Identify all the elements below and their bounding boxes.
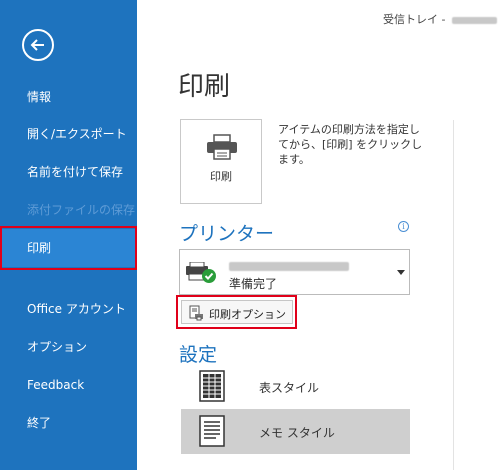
sidebar-item-feedback[interactable]: Feedback: [0, 366, 137, 404]
sidebar-item-office-account[interactable]: Office アカウント: [0, 290, 137, 328]
printer-icon: [207, 134, 237, 160]
chevron-down-icon[interactable]: [397, 270, 405, 275]
print-description: アイテムの印刷方法を指定してから、[印刷] をクリックします。: [278, 123, 423, 166]
printer-ready-icon: [186, 262, 216, 283]
printer-heading: プリンター: [179, 223, 275, 245]
print-options-highlight-frame: [176, 295, 297, 329]
settings-heading: 設定: [179, 344, 218, 366]
printer-status: 準備完了: [229, 277, 278, 291]
memo-style-option[interactable]: メモ スタイル: [181, 409, 410, 454]
back-arrow-icon[interactable]: [22, 29, 54, 61]
print-button-label: 印刷: [210, 170, 232, 183]
printer-selector[interactable]: 準備完了: [179, 249, 410, 295]
sidebar-item-exit[interactable]: 終了: [0, 404, 137, 442]
sidebar-item-open-export[interactable]: 開く/エクスポート: [0, 115, 137, 153]
divider: [453, 120, 454, 470]
info-icon[interactable]: i: [398, 221, 409, 232]
table-style-label: 表スタイル: [259, 381, 320, 395]
print-highlight-frame: [0, 226, 137, 270]
sidebar-item-save-attachments: 添付ファイルの保存: [27, 203, 136, 217]
table-style-icon: [199, 370, 225, 402]
sidebar-item-save-as[interactable]: 名前を付けて保存: [0, 153, 137, 191]
window-title: 受信トレイ -: [383, 11, 497, 27]
table-style-option[interactable]: 表スタイル: [181, 364, 410, 409]
print-button[interactable]: 印刷: [180, 119, 262, 204]
redacted-account: [451, 16, 497, 24]
memo-style-icon: [199, 415, 225, 447]
page-title: 印刷: [178, 72, 231, 102]
printer-name-redacted: [229, 256, 349, 275]
sidebar-item-options[interactable]: オプション: [0, 328, 137, 366]
memo-style-label: メモ スタイル: [259, 426, 335, 440]
sidebar-item-info[interactable]: 情報: [0, 78, 137, 116]
window-title-text: 受信トレイ -: [383, 13, 446, 26]
